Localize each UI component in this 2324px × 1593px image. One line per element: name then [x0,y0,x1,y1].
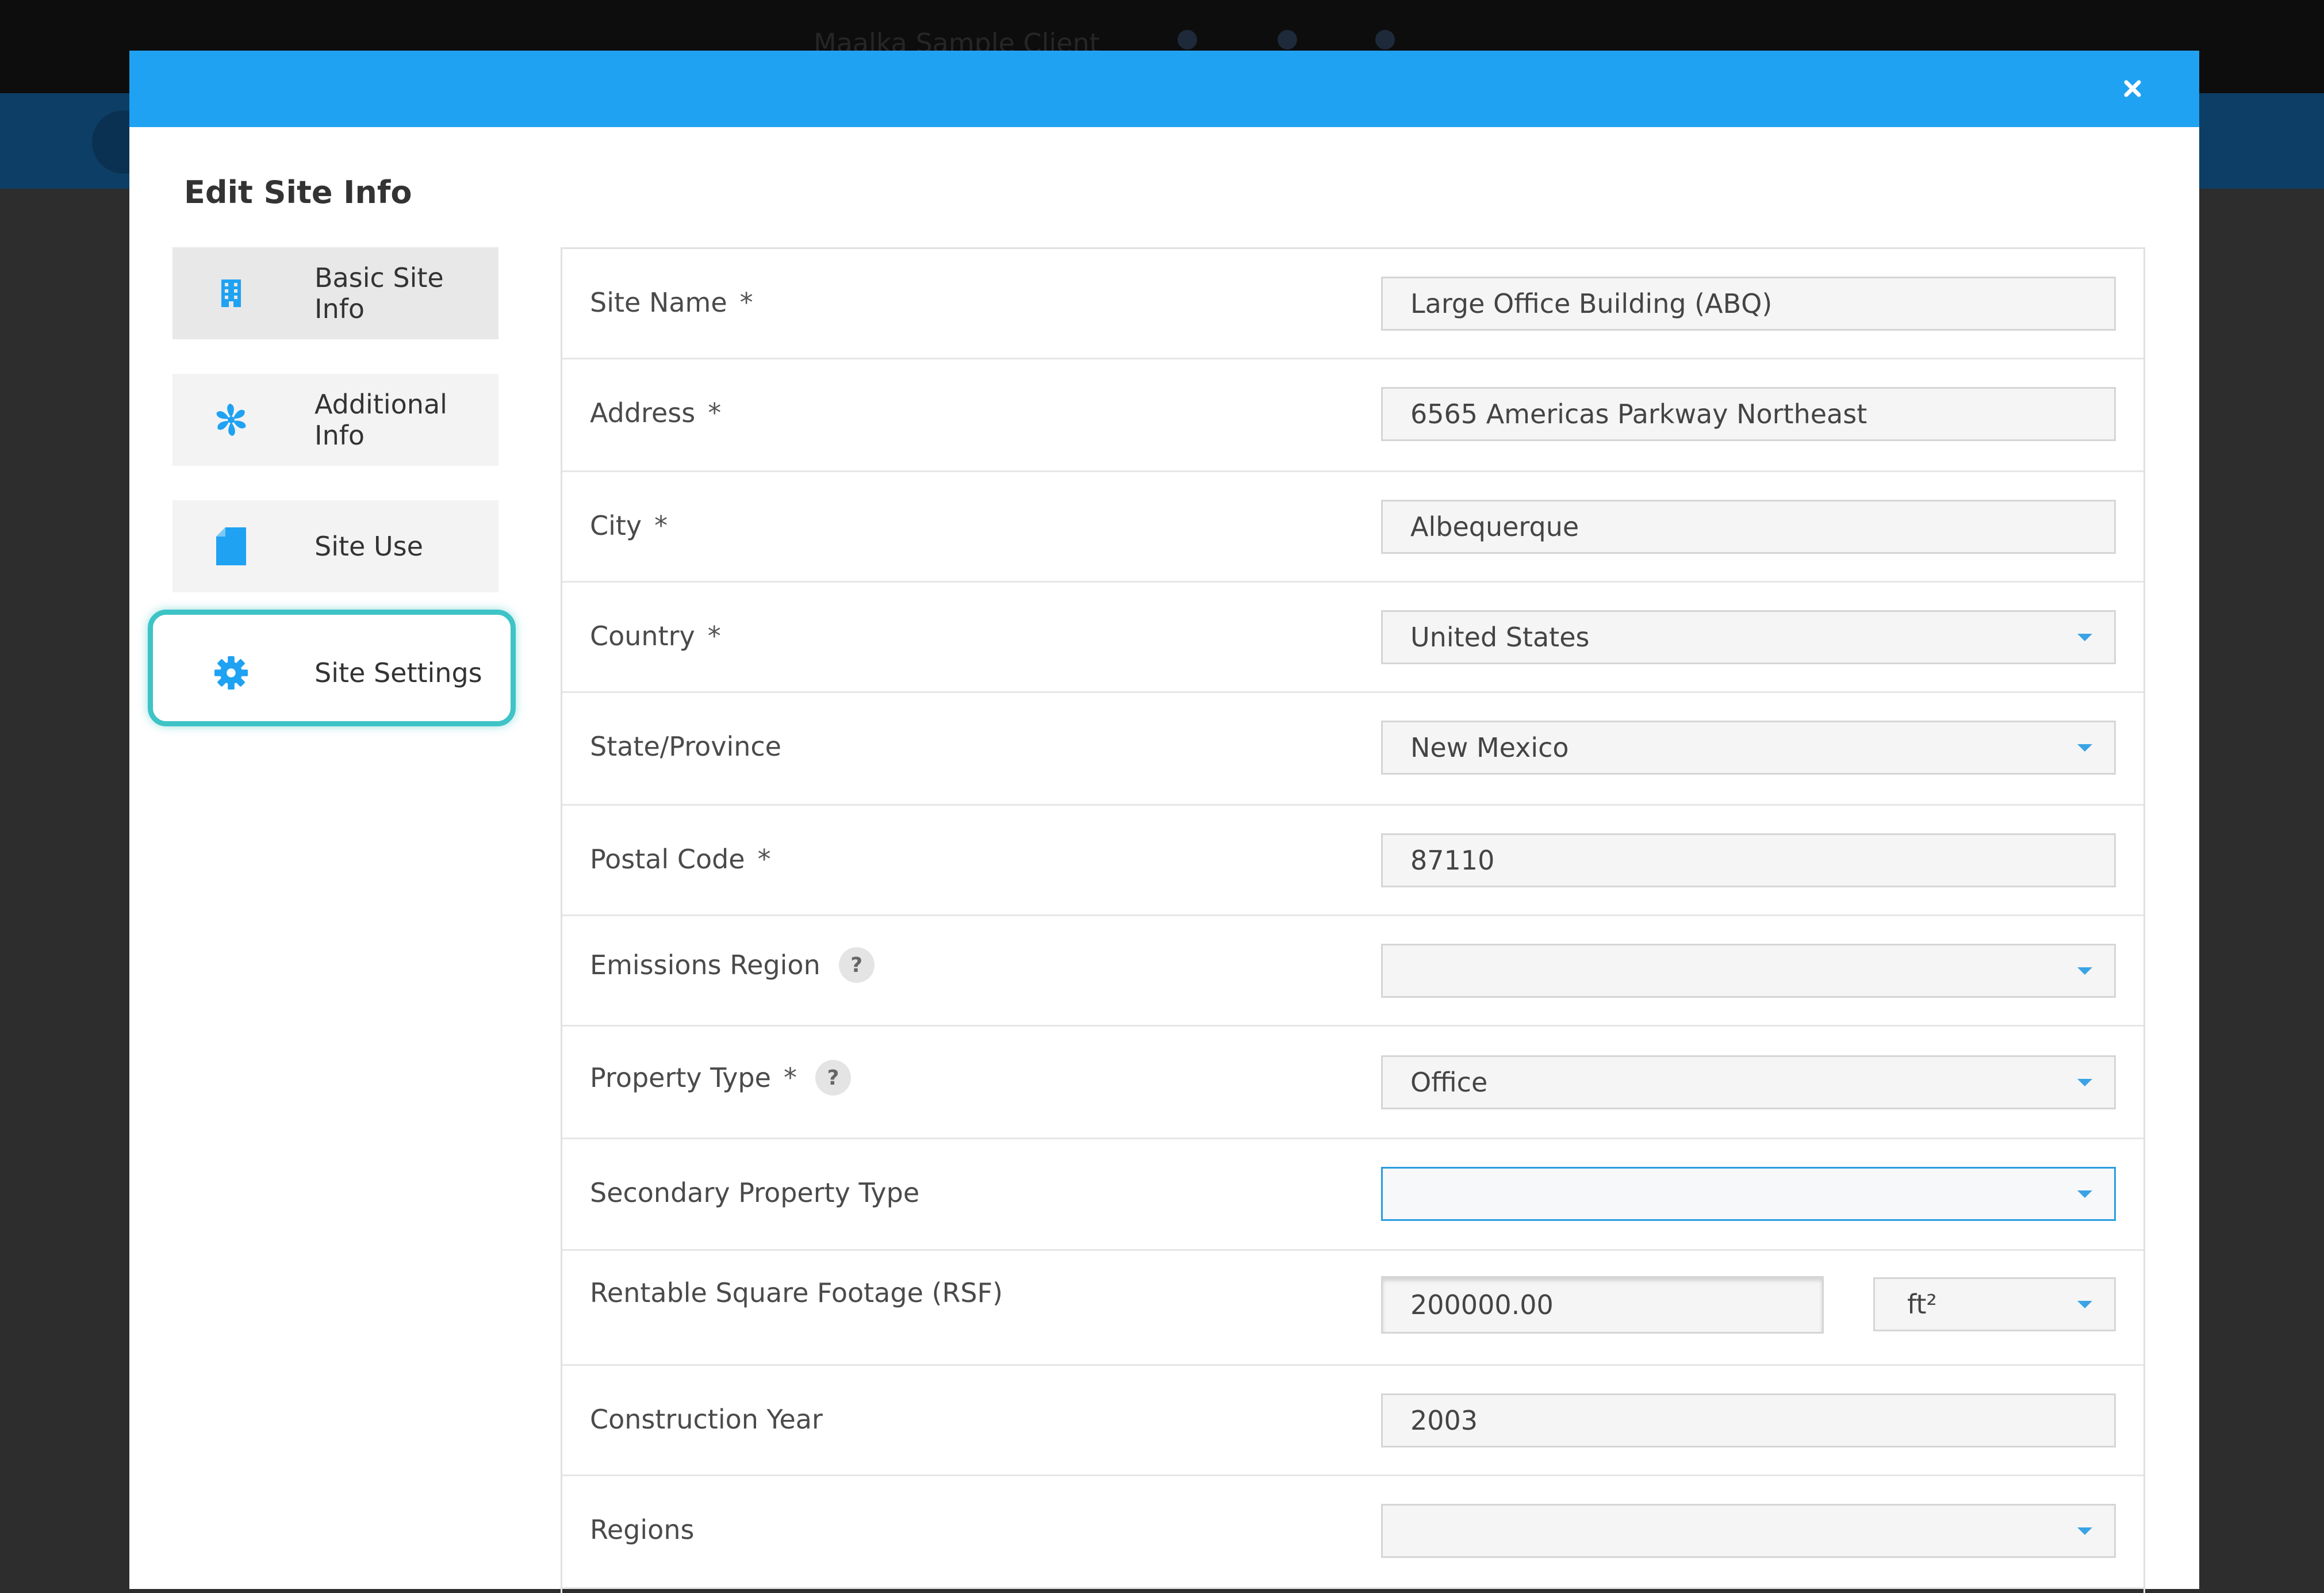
chevron-down-icon [2077,1527,2092,1535]
background-user-icon [1375,30,1395,49]
state-select[interactable]: New Mexico [1381,721,2116,775]
document-icon [214,527,248,565]
chevron-down-icon [2077,1301,2092,1308]
help-icon[interactable]: ? [815,1060,851,1096]
select-value: ft² [1907,1289,1937,1320]
sidebar-item-site-settings[interactable]: Site Settings [172,627,498,719]
form-row-country: Country * United States [562,583,2143,693]
sidebar-item-additional-info[interactable]: Additional Info [172,374,498,466]
country-select[interactable]: United States [1381,610,2116,664]
field-label: Property Type *? [590,1060,851,1096]
sidebar-item-label: Site Use [315,531,423,562]
chevron-down-icon [2077,967,2092,975]
select-value: United States [1410,622,1590,653]
sidebar-item-site-use[interactable]: Site Use [172,500,498,592]
select-value: New Mexico [1410,732,1569,763]
required-mark: * [654,510,668,541]
address-input[interactable]: 6565 Americas Parkway Northeast [1381,387,2116,441]
form-row-regions: Regions [562,1476,2143,1589]
field-label: Construction Year [590,1404,823,1435]
building-icon [214,276,248,311]
fan-icon [214,403,248,437]
field-label: Postal Code * [590,844,771,875]
sidebar-item-label: Additional Info [315,389,447,451]
sidebar-item-label: Basic Site Info [315,262,444,324]
sidebar-item-basic-site-info[interactable]: Basic Site Info [172,247,498,339]
field-label: Emissions Region? [590,947,875,983]
form-row-city: City * Albequerque [562,472,2143,583]
field-label: City * [590,510,668,541]
site-name-input[interactable]: Large Office Building (ABQ) [1381,277,2116,331]
chevron-down-icon [2077,1190,2092,1198]
field-label: Site Name * [590,287,753,318]
help-icon[interactable]: ? [838,947,875,983]
form-row-secondary-property-type: Secondary Property Type [562,1139,2143,1251]
sidebar-item-label: Site Settings [315,657,482,688]
gear-icon [214,656,248,690]
form-row-rsf: Rentable Square Footage (RSF) 200000.00 … [562,1251,2143,1366]
required-mark: * [783,1062,797,1093]
background-add-icon [1178,30,1197,49]
field-label: Regions [590,1514,695,1545]
postal-code-input[interactable]: 87110 [1381,833,2116,887]
form-row-postal-code: Postal Code * 87110 [562,806,2143,916]
chevron-down-icon [2077,744,2092,752]
modal-title: Edit Site Info [184,174,412,210]
form-row-emissions-region: Emissions Region? [562,916,2143,1027]
rsf-unit-select[interactable]: ft² [1873,1277,2116,1331]
chevron-down-icon [2077,634,2092,641]
form-row-site-name: Site Name * Large Office Building (ABQ) [562,249,2143,359]
required-mark: * [707,621,721,652]
edit-site-info-modal: Edit Site Info Basic Site Info Additiona… [129,51,2199,1593]
city-input[interactable]: Albequerque [1381,500,2116,554]
form-row-property-type: Property Type *? Office [562,1027,2143,1139]
required-mark: * [757,844,771,875]
field-label: Country * [590,621,721,652]
field-label: State/Province [590,731,781,762]
secondary-property-type-select[interactable] [1381,1167,2116,1221]
background-settings-icon [1278,30,1297,49]
form-row-address: Address * 6565 Americas Parkway Northeast [562,359,2143,472]
rsf-input[interactable]: 200000.00 [1381,1276,1824,1334]
close-button[interactable] [2116,72,2149,105]
select-value: Office [1410,1067,1488,1098]
required-mark: * [739,287,753,318]
property-type-select[interactable]: Office [1381,1055,2116,1109]
close-icon [2124,80,2141,97]
form-row-construction-year: Construction Year 2003 [562,1366,2143,1476]
site-info-form: Site Name * Large Office Building (ABQ) A… [561,247,2145,1593]
field-label: Rentable Square Footage (RSF) [590,1277,1003,1308]
field-label: Secondary Property Type [590,1177,920,1208]
construction-year-input[interactable]: 2003 [1381,1393,2116,1448]
required-mark: * [708,397,722,428]
field-label: Address * [590,397,722,428]
modal-header [129,51,2199,127]
emissions-region-select[interactable] [1381,944,2116,998]
chevron-down-icon [2077,1079,2092,1086]
form-row-state: State/Province New Mexico [562,693,2143,806]
regions-select[interactable] [1381,1504,2116,1558]
